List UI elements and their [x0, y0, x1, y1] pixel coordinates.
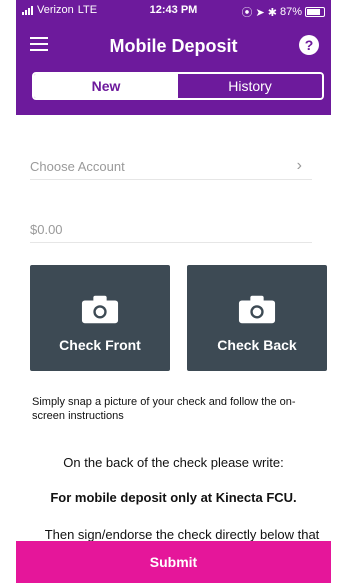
- status-icons: ⦿ ➤ ✱ 87%: [242, 4, 325, 20]
- endorse-instruction: On the back of the check please write:: [63, 455, 284, 470]
- nav-bar: Mobile Deposit ?: [16, 22, 331, 70]
- endorse-signature-instruction: Then sign/endorse the check directly bel…: [44, 527, 320, 542]
- location-icon: ➤: [255, 6, 265, 19]
- battery-percent: 87%: [279, 6, 302, 18]
- amount-value: $0.00: [30, 222, 63, 237]
- phone-screen: Verizon LTE 12:43 PM ⦿ ➤ ✱ 87% Mobile De…: [0, 0, 337, 583]
- battery-icon: [305, 7, 325, 17]
- tab-new[interactable]: New: [34, 74, 178, 98]
- check-front-button[interactable]: Check Front: [30, 265, 170, 371]
- chevron-right-icon: ›: [296, 157, 302, 174]
- instructions-text: Simply snap a picture of your check and …: [32, 396, 296, 422]
- choose-account-field[interactable]: Choose Account ›: [30, 153, 312, 180]
- alarm-icon: ⦿: [241, 7, 253, 19]
- app-header: Verizon LTE 12:43 PM ⦿ ➤ ✱ 87% Mobile De…: [16, 0, 331, 115]
- check-back-button[interactable]: Check Back: [187, 265, 327, 371]
- check-back-label: Check Back: [217, 337, 297, 353]
- deposit-tabs: New History: [32, 72, 324, 100]
- camera-icon: [81, 295, 119, 324]
- submit-button[interactable]: Submit: [16, 541, 331, 583]
- status-bar: Verizon LTE 12:43 PM ⦿ ➤ ✱ 87%: [16, 0, 331, 22]
- endorse-text: For mobile deposit only at Kinecta FCU.: [50, 490, 297, 505]
- choose-account-label: Choose Account: [30, 159, 125, 174]
- bluetooth-icon: ✱: [267, 6, 277, 19]
- amount-field[interactable]: $0.00: [30, 216, 312, 243]
- page-title: Mobile Deposit: [109, 36, 238, 56]
- help-icon[interactable]: ?: [299, 35, 319, 55]
- deposit-form: Choose Account › $0.00 Check Front Check…: [16, 115, 331, 583]
- tab-history[interactable]: History: [178, 74, 322, 98]
- camera-icon: [238, 295, 276, 324]
- check-front-label: Check Front: [59, 337, 141, 353]
